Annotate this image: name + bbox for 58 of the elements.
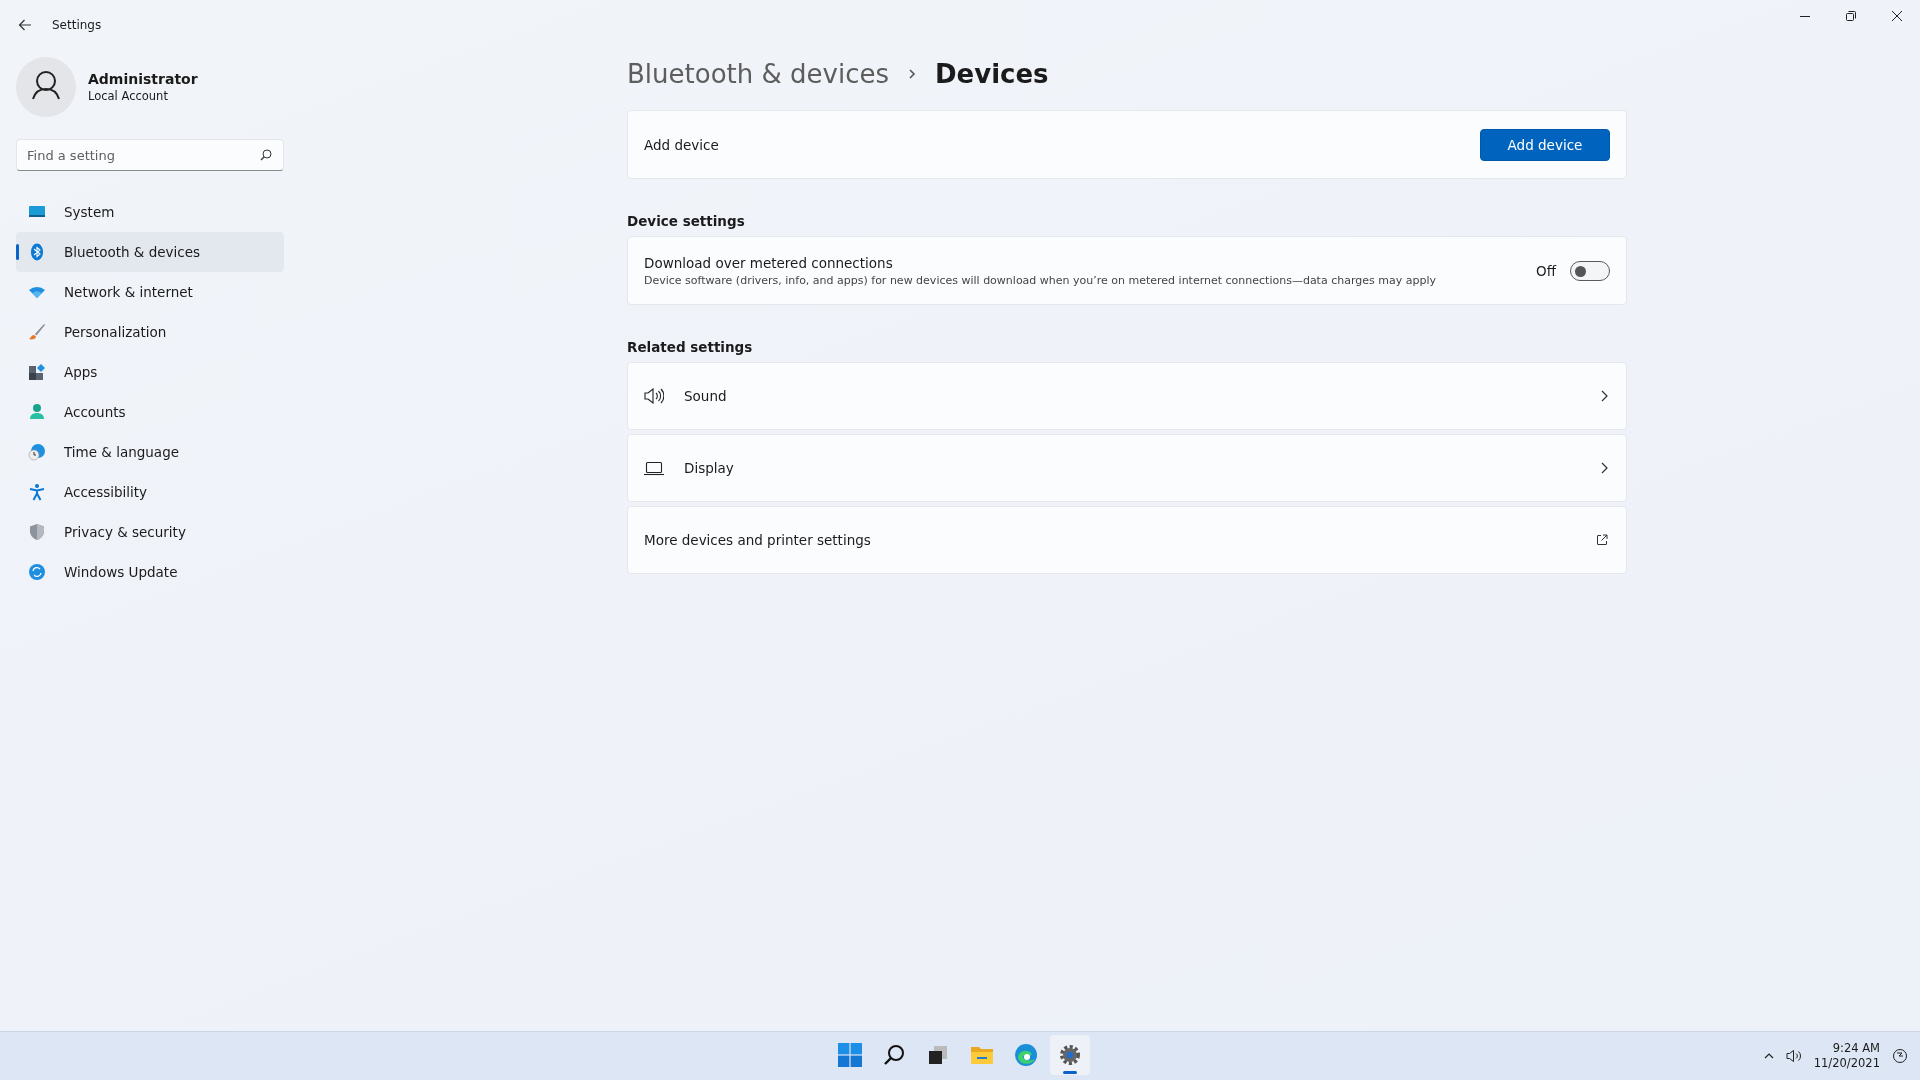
nav-item[interactable]: Network & internet	[16, 272, 284, 312]
settings-link-card[interactable]: More devices and printer settings	[627, 506, 1627, 574]
section-heading: Related settings	[627, 339, 754, 355]
card-label: Add device	[644, 136, 719, 153]
nav-item[interactable]: System	[16, 192, 284, 232]
clock-time[interactable]: 9:24 AM	[1832, 1041, 1880, 1056]
taskbar-app[interactable]	[1050, 1035, 1090, 1075]
chevron-icon	[1600, 390, 1608, 402]
breadcrumb-parent[interactable]: Bluetooth & devices	[627, 59, 889, 89]
search-field[interactable]: Find a setting	[16, 139, 284, 171]
globe-clock-icon	[28, 443, 46, 461]
chevron-icon	[906, 67, 917, 81]
settings-link-card[interactable]: Display	[627, 434, 1627, 502]
window-title: Settings	[52, 18, 102, 32]
update-icon	[28, 563, 46, 581]
bluetooth-icon	[28, 243, 46, 261]
search-icon	[883, 1044, 905, 1066]
chevron-icon	[1600, 462, 1608, 474]
nav-item[interactable]: Time & language	[16, 432, 284, 472]
page-title: Devices	[934, 59, 1049, 89]
nav-item[interactable]: Accounts	[16, 392, 284, 432]
shield-icon	[28, 523, 46, 541]
nav-item[interactable]: Personalization	[16, 312, 284, 352]
notification-icon[interactable]	[1892, 1048, 1908, 1064]
chevron-up-icon[interactable]	[1763, 1052, 1774, 1060]
setting-description: Device software (drivers, info, and apps) for new devices will download when you’re on metered internet connections—data charges may apply	[644, 273, 1436, 287]
task-view-icon	[927, 1044, 949, 1066]
accessibility-icon	[28, 483, 46, 501]
search-icon	[260, 149, 272, 161]
browser-icon	[1014, 1043, 1038, 1067]
brush-icon	[28, 323, 46, 341]
account-name: Administrator	[88, 71, 198, 87]
speaker-icon	[644, 388, 664, 404]
section-heading: Device settings	[627, 213, 746, 229]
external-link-icon	[1596, 534, 1608, 546]
nav-item[interactable]: Accessibility	[16, 472, 284, 512]
person-icon	[28, 403, 46, 421]
restore-icon	[1846, 11, 1856, 21]
clock-date[interactable]: 11/20/2021	[1813, 1056, 1880, 1071]
nav-item[interactable]: Bluetooth & devices	[16, 232, 284, 272]
close-icon	[1892, 11, 1902, 21]
back-arrow-icon[interactable]	[18, 19, 32, 31]
gear-icon	[1058, 1043, 1082, 1067]
windows-logo-icon	[838, 1043, 862, 1067]
toggle-switch[interactable]	[1570, 260, 1610, 281]
nav-item[interactable]: Privacy & security	[16, 512, 284, 552]
avatar-icon	[16, 57, 76, 117]
speaker-icon[interactable]	[1785, 1049, 1802, 1063]
toggle-state: Off	[1536, 262, 1556, 279]
account-type: Local Account	[88, 89, 169, 103]
folder-icon	[970, 1044, 994, 1066]
setting-title: Download over metered connections	[644, 254, 894, 271]
laptop-icon	[644, 460, 664, 476]
nav-item[interactable]: Windows Update	[16, 552, 284, 592]
apps-icon	[28, 363, 46, 381]
settings-link-card[interactable]: Sound	[627, 362, 1627, 430]
nav-item[interactable]: Apps	[16, 352, 284, 392]
add-device-button[interactable]: Add device	[1480, 128, 1610, 161]
